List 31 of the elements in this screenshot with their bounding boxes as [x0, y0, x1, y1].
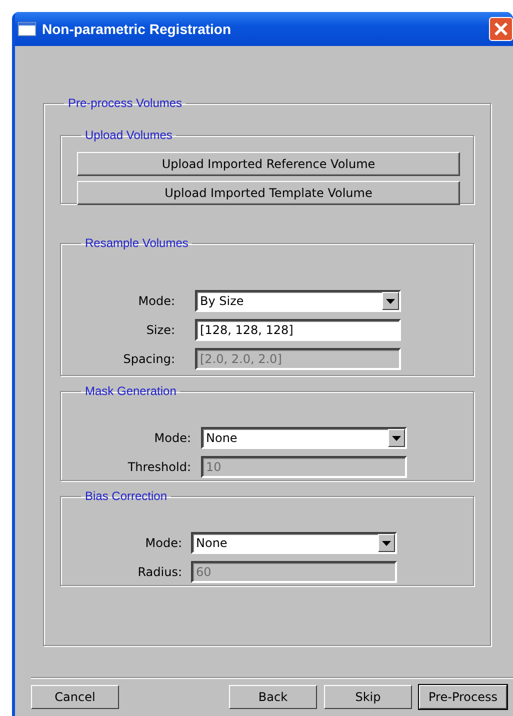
field-label: Mode:: [144, 535, 182, 552]
dropdown[interactable]: None: [191, 532, 397, 554]
dialog-button[interactable]: Cancel: [31, 685, 119, 709]
input-field: [2.0, 2.0, 2.0]: [195, 348, 401, 370]
dropdown[interactable]: None: [201, 427, 407, 449]
field-label: Spacing:: [122, 351, 175, 368]
dialog-button[interactable]: Pre-Process: [419, 685, 507, 709]
caret-icon: [392, 436, 401, 440]
field-label: Mode:: [137, 293, 175, 310]
close-icon[interactable]: [489, 17, 513, 41]
dialog-button[interactable]: Back: [229, 685, 317, 709]
caret-icon: [386, 298, 395, 304]
window-title: Non-parametric Registration: [42, 20, 232, 39]
input-field: 10: [201, 456, 407, 478]
field-label: Mode:: [153, 430, 191, 447]
field-label: Size:: [145, 322, 175, 339]
upload-button[interactable]: Upload Imported Reference Volume: [77, 152, 460, 176]
group-title: Pre-process Volumes: [67, 96, 184, 110]
field-label: Threshold:: [126, 459, 191, 476]
group-title: Mask Generation: [84, 384, 178, 398]
dialog-button[interactable]: Skip: [324, 685, 412, 709]
upload-button[interactable]: Upload Imported Template Volume: [77, 181, 460, 205]
group-title: Resample Volumes: [84, 236, 190, 250]
caret-icon: [382, 540, 391, 546]
window-icon: [18, 22, 36, 36]
group-title: Upload Volumes: [84, 128, 174, 142]
field-label: Radius:: [136, 564, 182, 581]
dropdown[interactable]: By Size: [195, 290, 401, 312]
input-field[interactable]: [128, 128, 128]: [195, 319, 401, 341]
group-title: Bias Correction: [84, 489, 168, 503]
input-field: 60: [191, 561, 397, 583]
